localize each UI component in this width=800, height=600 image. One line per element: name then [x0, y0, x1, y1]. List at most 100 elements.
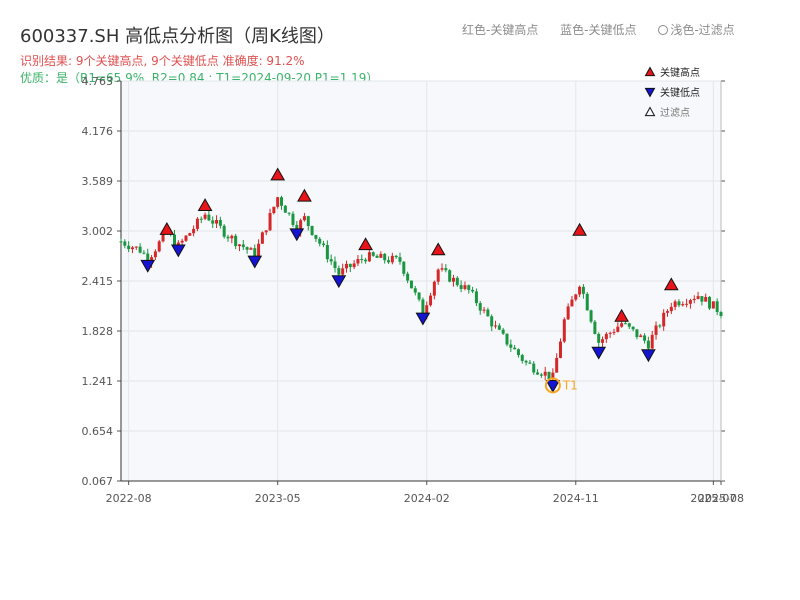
- candle-body: [268, 213, 272, 231]
- legend-label: 关键高点: [660, 66, 700, 79]
- candle-body: [325, 245, 329, 260]
- candle-body: [367, 252, 371, 262]
- candle-body: [658, 325, 662, 327]
- candle-body: [398, 257, 402, 262]
- legend-marker: [644, 66, 656, 77]
- candle-body: [528, 362, 532, 364]
- candle-body: [310, 225, 314, 235]
- y-tick-label: 3.589: [82, 175, 114, 188]
- candle-body: [708, 296, 712, 309]
- candle-body: [222, 225, 226, 237]
- y-tick-label: 2.415: [82, 275, 114, 288]
- candle-body: [409, 280, 413, 289]
- candle-body: [711, 301, 715, 309]
- candle-body: [283, 205, 287, 213]
- candle-body: [192, 228, 196, 234]
- t1-label: T1: [562, 378, 578, 392]
- candle-body: [264, 230, 268, 233]
- candle-body: [123, 241, 127, 246]
- candle-body: [627, 323, 631, 327]
- candle-body: [474, 291, 478, 304]
- candle-body: [130, 247, 134, 250]
- y-tick-label: 0.654: [82, 425, 114, 438]
- candle-body: [662, 312, 666, 327]
- candle-body: [478, 303, 482, 311]
- candle-body: [207, 214, 211, 221]
- candle-body: [585, 293, 589, 311]
- candle-body: [195, 218, 199, 229]
- candle-body: [715, 301, 719, 313]
- candle-body: [287, 212, 291, 214]
- candle-body: [314, 234, 318, 239]
- candle-body: [677, 301, 681, 306]
- candle-body: [329, 259, 333, 262]
- candle-body: [646, 340, 650, 349]
- y-tick-label: 1.828: [82, 325, 114, 338]
- candle-body: [302, 216, 306, 221]
- candle-body: [203, 214, 207, 219]
- candle-body: [272, 206, 276, 214]
- candle-body: [643, 335, 647, 341]
- candle-body: [597, 333, 601, 343]
- candle-body: [704, 296, 708, 302]
- candle-body: [532, 363, 536, 373]
- candle-body: [142, 252, 146, 254]
- y-tick-label: 1.241: [82, 375, 114, 388]
- candle-body: [581, 286, 585, 294]
- candle-body: [230, 235, 234, 239]
- candle-body: [451, 277, 455, 282]
- candle-body: [127, 245, 131, 250]
- x-tick-label: 2022-08: [106, 492, 152, 505]
- candle-body: [612, 331, 616, 333]
- candle-body: [448, 270, 452, 282]
- x-tick-label: 2023-05: [255, 492, 301, 505]
- candle-body: [138, 246, 142, 253]
- candle-body: [589, 310, 593, 322]
- candle-body: [318, 238, 322, 244]
- candle-body: [173, 234, 177, 247]
- candle-body: [356, 259, 360, 264]
- candle-body: [211, 220, 215, 224]
- candle-body: [406, 273, 410, 281]
- candle-body: [421, 299, 425, 315]
- candle-body: [463, 285, 467, 289]
- candle-body: [685, 303, 689, 305]
- candle-body: [371, 252, 375, 256]
- candle-body: [237, 244, 241, 247]
- legend-label: 关键低点: [660, 86, 700, 99]
- candle-body: [692, 298, 696, 301]
- candle-body: [226, 236, 230, 239]
- candle-body: [333, 261, 337, 269]
- candle-body: [348, 263, 352, 268]
- candle-body: [539, 374, 543, 376]
- candle-body: [543, 371, 547, 376]
- candle-body: [555, 357, 559, 373]
- candle-body: [394, 255, 398, 258]
- candle-body: [509, 344, 513, 348]
- candle-body: [440, 268, 444, 270]
- candle-body: [291, 213, 295, 225]
- candle-body: [188, 233, 192, 236]
- candle-body: [260, 232, 264, 244]
- candle-body: [616, 326, 620, 332]
- candle-body: [234, 235, 238, 247]
- candle-body: [665, 311, 669, 313]
- candle-body: [471, 289, 475, 292]
- y-tick-label: 3.002: [82, 225, 114, 238]
- candlestick-chart: 0.067 0.654 1.241 1.828 2.415 3.002 3.589 4.176…: [82, 66, 744, 505]
- y-tick-label: 4.176: [82, 125, 114, 138]
- candle-body: [570, 299, 574, 307]
- candle-body: [467, 285, 471, 290]
- candle-body: [497, 325, 501, 330]
- candle-body: [344, 263, 348, 269]
- candle-body: [505, 333, 509, 345]
- candle-body: [654, 325, 658, 335]
- candle-body: [383, 253, 387, 261]
- candle-body: [280, 197, 284, 206]
- candle-body: [402, 261, 406, 274]
- candle-body: [681, 304, 685, 306]
- candle-body: [341, 268, 345, 275]
- y-tick-label: 0.067: [82, 475, 114, 488]
- candle-body: [432, 281, 436, 296]
- candle-body: [218, 219, 222, 226]
